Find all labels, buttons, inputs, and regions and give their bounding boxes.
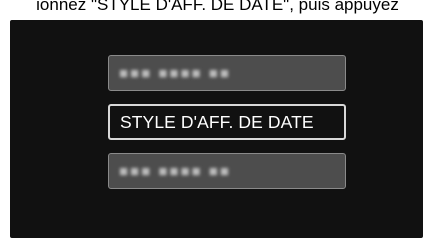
menu-item-1[interactable]: ■■■ ■■■■ ■■ — [108, 55, 346, 91]
menu-item-label-blurred: ■■■ ■■■■ ■■ — [119, 64, 231, 82]
menu-item-3[interactable]: ■■■ ■■■■ ■■ — [108, 153, 346, 189]
camera-menu-screen: ■■■ ■■■■ ■■ STYLE D'AFF. DE DATE ■■■ ■■■… — [10, 20, 423, 238]
menu-item-label-blurred: ■■■ ■■■■ ■■ — [119, 162, 231, 180]
page: ionnez "STYLE D'AFF. DE DATE", puis appu… — [0, 0, 435, 246]
menu-item-label: STYLE D'AFF. DE DATE — [120, 111, 314, 132]
menu-item-date-display-style[interactable]: STYLE D'AFF. DE DATE — [108, 104, 346, 140]
instruction-caption: ionnez "STYLE D'AFF. DE DATE", puis appu… — [36, 0, 399, 14]
